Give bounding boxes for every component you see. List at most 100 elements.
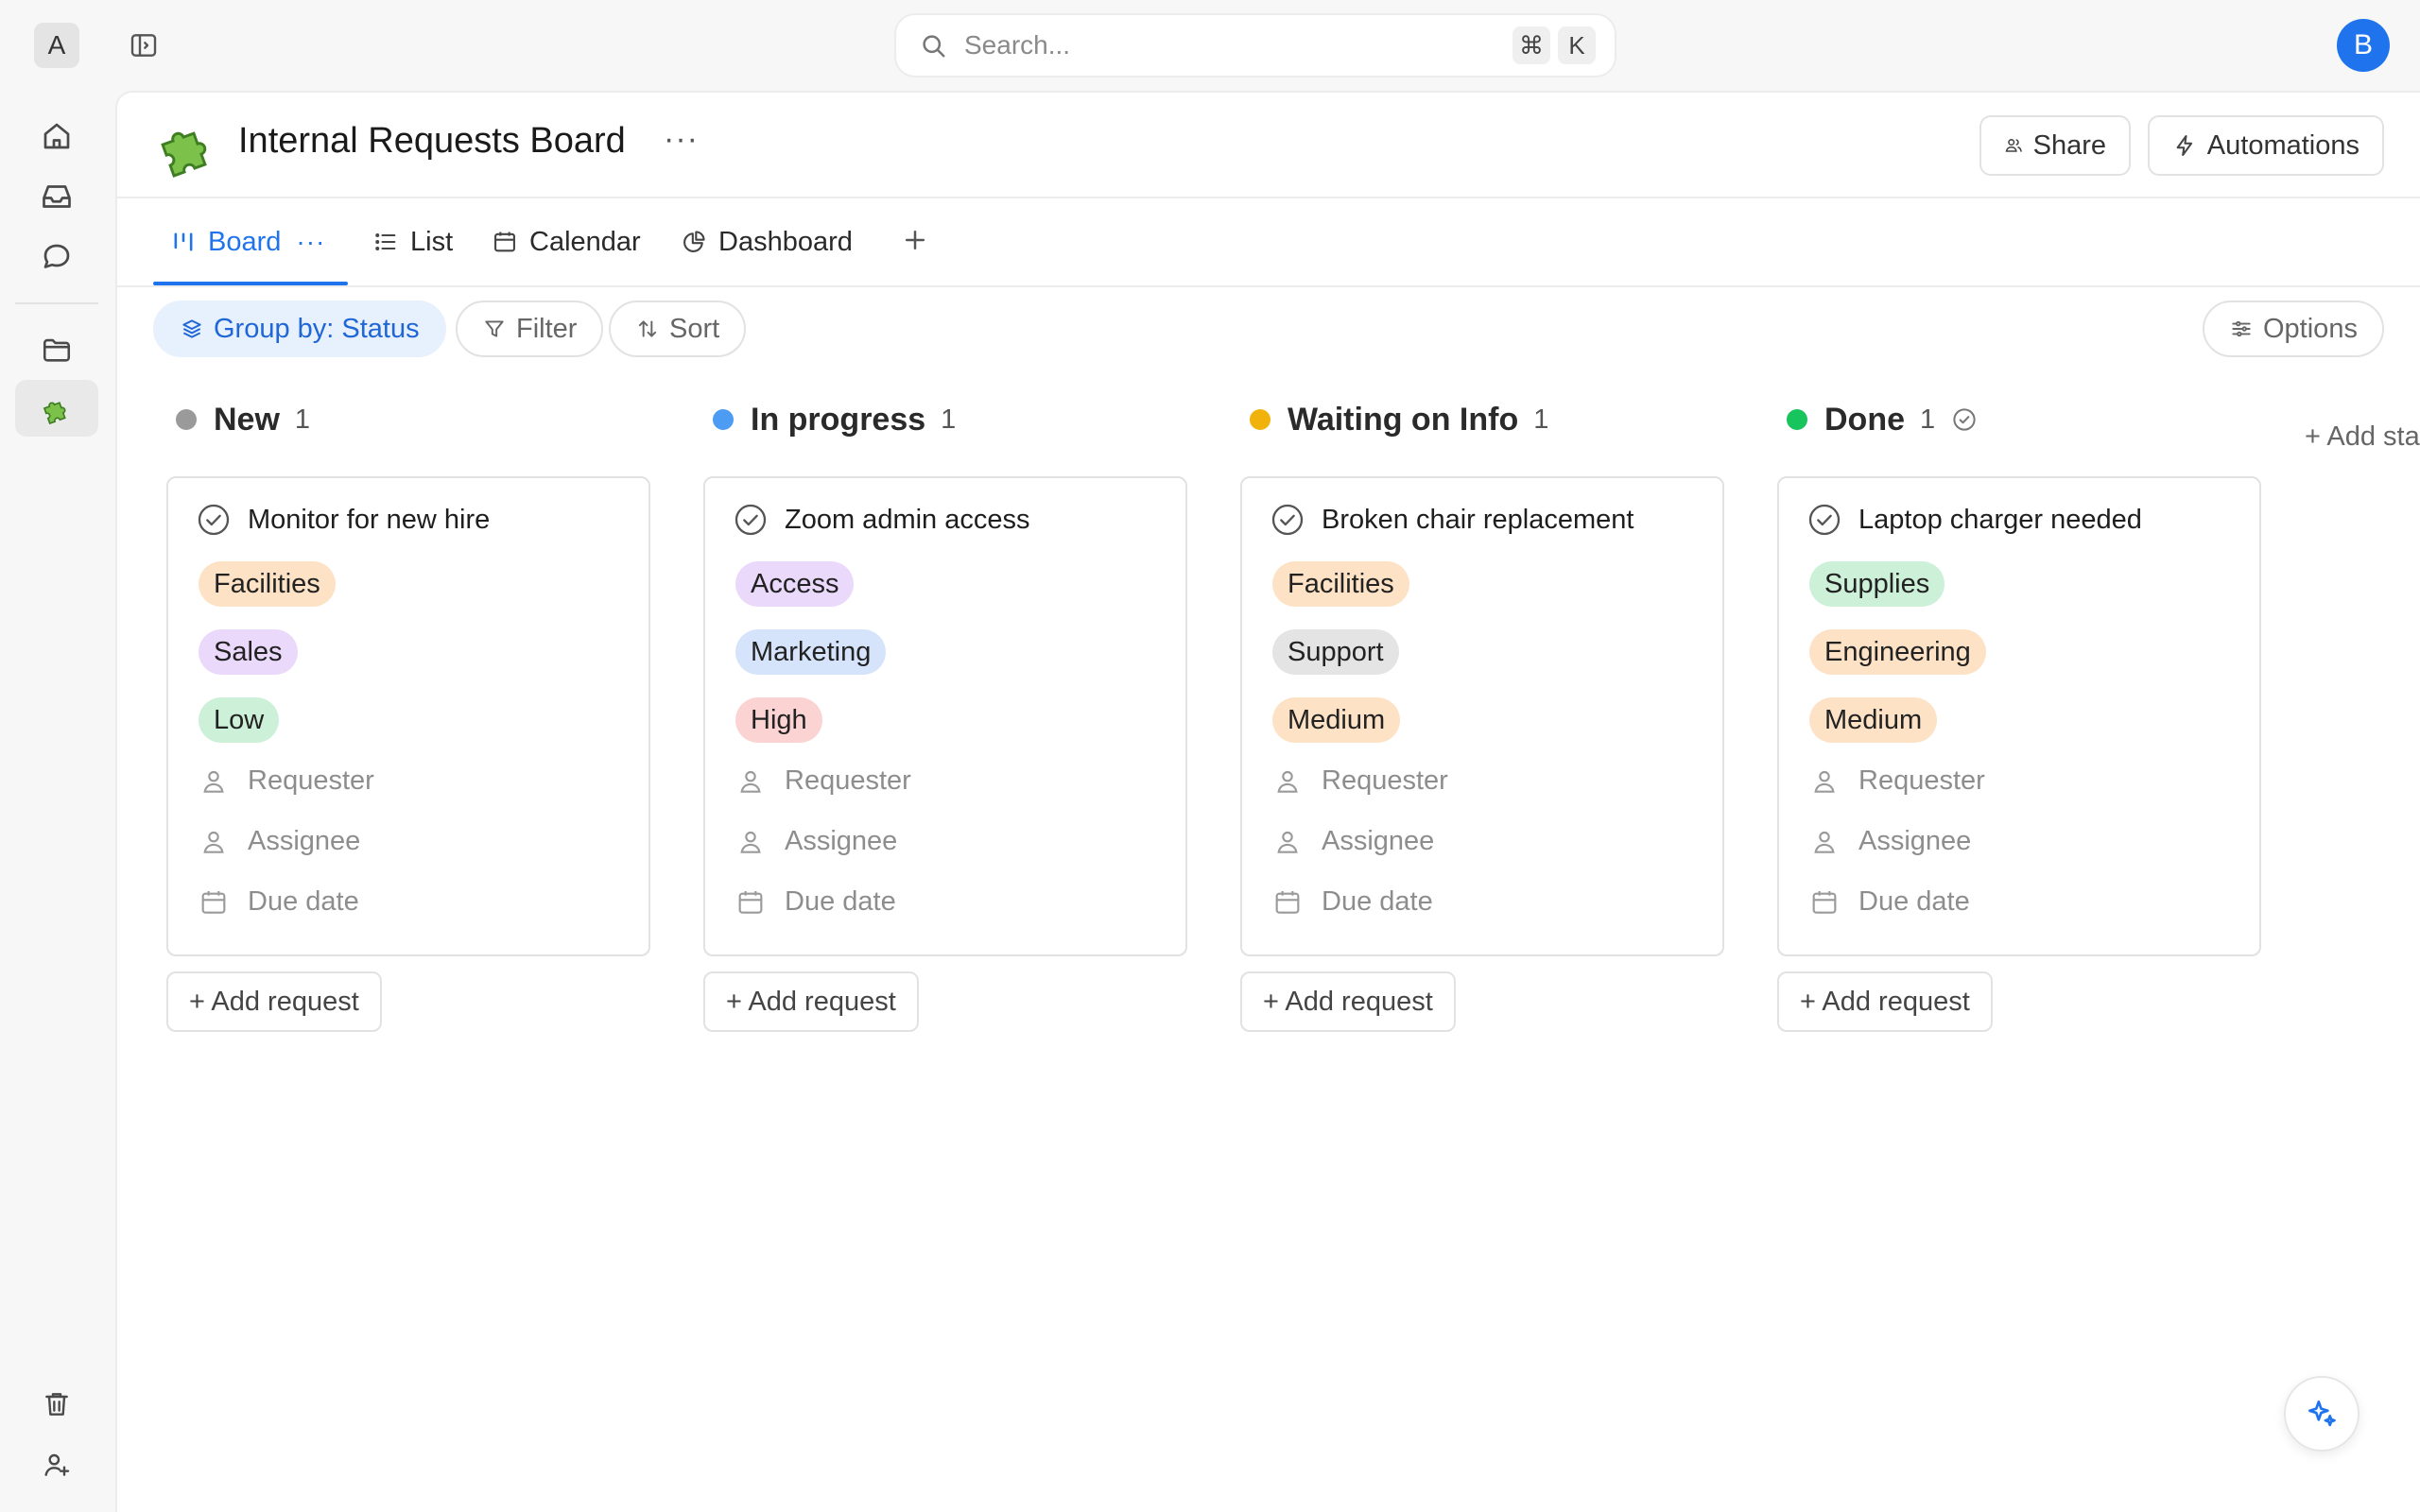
ai-assistant-button[interactable] bbox=[2284, 1376, 2360, 1452]
add-request-button[interactable]: + Add request bbox=[1777, 971, 1993, 1032]
category-tag[interactable]: Access bbox=[735, 561, 855, 607]
assignee-field[interactable]: Assignee bbox=[1809, 826, 1971, 857]
share-label: Share bbox=[2032, 129, 2106, 161]
sort-button[interactable]: Sort bbox=[609, 301, 747, 357]
check-circle-icon[interactable] bbox=[195, 501, 233, 539]
sidebar-toggle-icon[interactable] bbox=[129, 30, 159, 60]
home-icon[interactable] bbox=[38, 117, 76, 155]
folder-icon[interactable] bbox=[38, 331, 76, 369]
team-tag[interactable]: Sales bbox=[199, 629, 298, 675]
category-tag[interactable]: Facilities bbox=[199, 561, 336, 607]
lightning-icon bbox=[2176, 134, 2193, 157]
check-circle-icon[interactable] bbox=[732, 501, 769, 539]
add-request-button[interactable]: + Add request bbox=[703, 971, 919, 1032]
team-tag[interactable]: Support bbox=[1272, 629, 1399, 675]
column-header: New 1 bbox=[166, 399, 310, 440]
filter-icon bbox=[485, 320, 504, 337]
check-circle-icon[interactable] bbox=[1806, 501, 1843, 539]
assignee-field[interactable]: Assignee bbox=[1272, 826, 1434, 857]
person-icon bbox=[1277, 831, 1298, 853]
view-tabs: Board ··· List Calendar Dashboard bbox=[117, 198, 2420, 287]
status-dot bbox=[713, 409, 734, 430]
options-button[interactable]: Options bbox=[2203, 301, 2384, 357]
assignee-field[interactable]: Assignee bbox=[735, 826, 897, 857]
trash-icon[interactable] bbox=[38, 1385, 76, 1423]
search-bar[interactable]: Search... ⌘ K bbox=[894, 13, 1616, 77]
layers-icon bbox=[182, 319, 201, 338]
user-avatar[interactable]: B bbox=[2337, 19, 2390, 72]
status-dot bbox=[1787, 409, 1807, 430]
automations-button[interactable]: Automations bbox=[2148, 115, 2384, 176]
group-by-button[interactable]: Group by: Status bbox=[153, 301, 446, 357]
add-user-icon[interactable] bbox=[38, 1446, 76, 1484]
workspace-switcher[interactable]: A bbox=[34, 23, 79, 68]
priority-tag[interactable]: Medium bbox=[1272, 697, 1401, 743]
shortcut-letter-key: K bbox=[1558, 26, 1596, 64]
sliders-icon bbox=[2232, 320, 2251, 337]
add-request-button[interactable]: + Add request bbox=[166, 971, 382, 1032]
board-icon bbox=[174, 232, 193, 251]
request-card[interactable]: Monitor for new hire Facilities Sales Lo… bbox=[166, 476, 650, 956]
inbox-icon[interactable] bbox=[38, 178, 76, 215]
priority-tag[interactable]: Medium bbox=[1809, 697, 1938, 743]
requester-field[interactable]: Requester bbox=[735, 765, 911, 797]
due-date-label: Due date bbox=[1322, 886, 1433, 917]
top-bar: A Search... ⌘ K B bbox=[0, 0, 2420, 91]
request-card[interactable]: Broken chair replacement Facilities Supp… bbox=[1240, 476, 1724, 956]
requester-field[interactable]: Requester bbox=[199, 765, 374, 797]
card-title: Laptop charger needed bbox=[1858, 504, 2142, 535]
assignee-field[interactable]: Assignee bbox=[199, 826, 360, 857]
options-label: Options bbox=[2263, 313, 2358, 344]
share-button[interactable]: Share bbox=[1979, 115, 2131, 176]
add-status-button[interactable]: + Add sta bbox=[2305, 421, 2420, 453]
board-more-button[interactable]: ··· bbox=[664, 121, 699, 158]
category-tag[interactable]: Supplies bbox=[1809, 561, 1945, 607]
rail-divider bbox=[15, 302, 98, 304]
column-count: 1 bbox=[294, 404, 311, 435]
check-circle-icon[interactable] bbox=[1269, 501, 1306, 539]
column-count: 1 bbox=[941, 404, 957, 435]
filter-button[interactable]: Filter bbox=[456, 301, 604, 357]
main-panel: Internal Requests Board ··· Share Automa… bbox=[115, 91, 2420, 1512]
due-date-label: Due date bbox=[1858, 886, 1970, 917]
column-title: Waiting on Info bbox=[1288, 401, 1519, 438]
requester-field[interactable]: Requester bbox=[1272, 765, 1448, 797]
column-header: Done 1 bbox=[1777, 399, 1979, 440]
request-card[interactable]: Laptop charger needed Supplies Engineeri… bbox=[1777, 476, 2261, 956]
due-date-label: Due date bbox=[785, 886, 896, 917]
sort-label: Sort bbox=[669, 313, 720, 344]
puzzle-piece-icon[interactable] bbox=[38, 389, 76, 427]
team-tag[interactable]: Engineering bbox=[1809, 629, 1986, 675]
requester-field[interactable]: Requester bbox=[1809, 765, 1985, 797]
column-header: Waiting on Info 1 bbox=[1240, 399, 1548, 440]
card-title-row: Laptop charger needed bbox=[1806, 501, 2142, 539]
column-count: 1 bbox=[1533, 404, 1549, 435]
due-date-field[interactable]: Due date bbox=[1272, 886, 1433, 918]
priority-tag[interactable]: High bbox=[735, 697, 822, 743]
tab-board-more-button[interactable]: ··· bbox=[296, 227, 325, 257]
due-date-field[interactable]: Due date bbox=[199, 886, 359, 918]
category-tag[interactable]: Facilities bbox=[1272, 561, 1409, 607]
due-date-label: Due date bbox=[248, 886, 359, 917]
priority-tag[interactable]: Low bbox=[199, 697, 280, 743]
request-card[interactable]: Zoom admin access Access Marketing High … bbox=[703, 476, 1187, 956]
column-count: 1 bbox=[1920, 404, 1936, 435]
person-icon bbox=[740, 831, 761, 853]
due-date-field[interactable]: Due date bbox=[735, 886, 896, 918]
tab-dashboard[interactable]: Dashboard bbox=[681, 198, 853, 285]
add-view-plus-icon[interactable] bbox=[896, 221, 934, 259]
tab-list[interactable]: List bbox=[372, 198, 453, 285]
person-icon bbox=[203, 831, 224, 853]
page-title: Internal Requests Board bbox=[238, 121, 626, 161]
due-date-field[interactable]: Due date bbox=[1809, 886, 1970, 918]
team-tag[interactable]: Marketing bbox=[735, 629, 887, 675]
status-dot bbox=[176, 409, 197, 430]
tab-board[interactable]: Board ··· bbox=[170, 198, 325, 285]
card-title-row: Broken chair replacement bbox=[1269, 501, 1634, 539]
tab-calendar[interactable]: Calendar bbox=[492, 198, 641, 285]
chat-icon[interactable] bbox=[38, 238, 76, 276]
search-input[interactable]: Search... bbox=[964, 30, 1512, 60]
list-icon bbox=[375, 233, 396, 250]
add-request-button[interactable]: + Add request bbox=[1240, 971, 1456, 1032]
sort-arrows-icon bbox=[638, 320, 657, 337]
